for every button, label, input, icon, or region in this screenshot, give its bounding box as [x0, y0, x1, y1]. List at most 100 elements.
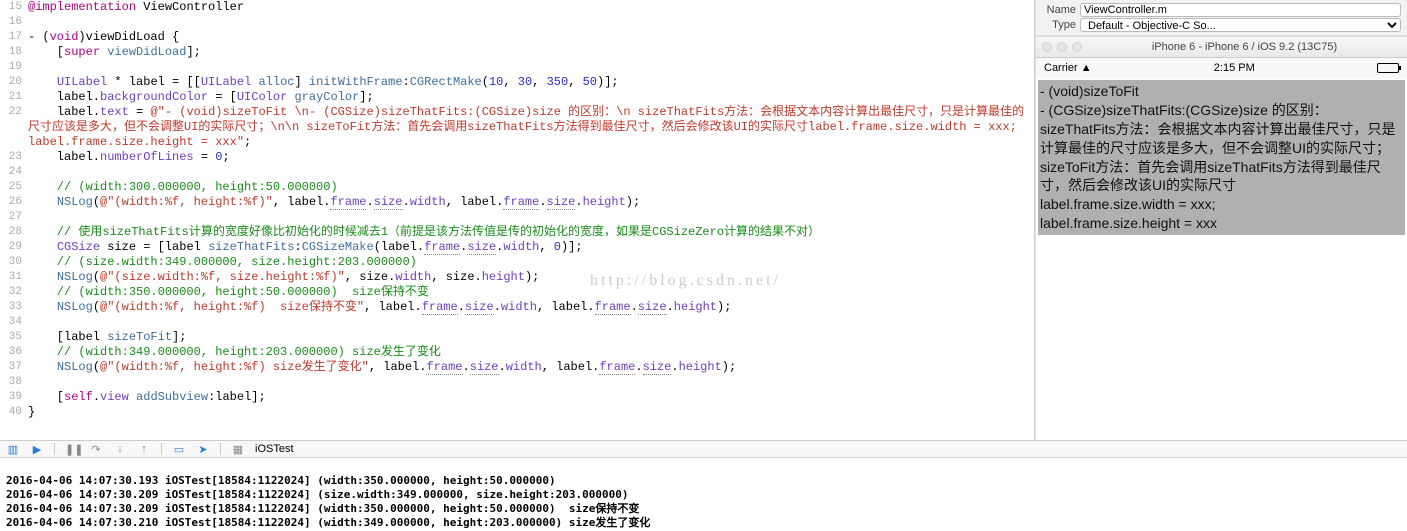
t: ]: [295, 75, 309, 89]
t: size: [470, 360, 499, 375]
t: CGSizeMake: [302, 240, 374, 254]
t: label.frame.size.width = xxx;: [1040, 195, 1403, 214]
t: sizeToFit方法：首先会调用sizeThatFits方法得到最佳尺寸，然后…: [1040, 158, 1403, 196]
t: .: [494, 300, 501, 314]
t: frame: [426, 360, 462, 375]
debug-target[interactable]: iOSTest: [255, 443, 294, 455]
t: frame: [424, 240, 460, 255]
t: ;: [244, 135, 251, 149]
t: 30: [518, 75, 532, 89]
fullscreen-icon[interactable]: [1072, 42, 1082, 52]
t: , label.: [542, 360, 600, 374]
t: :: [403, 75, 410, 89]
t: .: [458, 300, 465, 314]
t: label.: [28, 150, 100, 164]
t: :: [294, 240, 301, 254]
t: , label.: [369, 360, 427, 374]
code-editor[interactable]: 15@implementation ViewController 16 17- …: [0, 0, 1035, 440]
t: super: [64, 45, 100, 59]
t: frame: [599, 360, 635, 375]
t: );: [717, 300, 731, 314]
t: .: [635, 360, 642, 374]
t: label.: [28, 105, 100, 119]
string-literal: @"- (void)sizeToFit \n- (CGSize)sizeThat…: [28, 105, 1024, 149]
t: , label.: [537, 300, 595, 314]
minimize-icon[interactable]: [1057, 42, 1067, 52]
t: height: [674, 300, 717, 314]
log-line: 2016-04-06 14:07:30.209 iOSTest[18584:11…: [6, 502, 639, 515]
t: .: [463, 360, 470, 374]
t: [28, 300, 57, 314]
name-field[interactable]: [1080, 3, 1401, 17]
battery-icon: [1377, 63, 1399, 73]
t: - (CGSize)sizeThatFits:(CGSize)size 的区别：: [1040, 101, 1403, 120]
t: NSLog: [57, 270, 93, 284]
step-over-icon[interactable]: ↷: [89, 443, 103, 456]
traffic-lights[interactable]: [1042, 42, 1082, 52]
breakpoint-toggle-icon[interactable]: ▶: [30, 443, 44, 456]
t: )];: [597, 75, 619, 89]
t: }: [28, 405, 35, 419]
t: grayColor: [294, 90, 359, 104]
t: 350: [547, 75, 569, 89]
t: =: [194, 150, 216, 164]
phone-statusbar: Carrier ▲ 2:15 PM: [1036, 58, 1407, 78]
t: size: [465, 300, 494, 315]
simulator-title: iPhone 6 - iPhone 6 / iOS 9.2 (13C75): [1088, 41, 1401, 53]
t: .: [667, 300, 674, 314]
t: backgroundColor: [100, 90, 208, 104]
step-out-icon[interactable]: ↑: [137, 443, 151, 455]
debug-toolbar: ▥ ▶ ❚❚ ↷ ↓ ↑ ▭ ➤ ▦ iOSTest: [0, 440, 1407, 458]
t: size: [638, 300, 667, 315]
step-in-icon[interactable]: ↓: [113, 443, 127, 455]
t: ];: [186, 45, 200, 59]
t: text: [100, 105, 129, 119]
t: void: [50, 30, 79, 44]
simulate-location-icon[interactable]: ➤: [196, 443, 210, 456]
t: = [: [208, 90, 237, 104]
t: sizeToFit: [107, 330, 172, 344]
t: * label = [[: [107, 75, 201, 89]
simulator-titlebar[interactable]: iPhone 6 - iPhone 6 / iOS 9.2 (13C75): [1036, 36, 1407, 58]
pause-icon[interactable]: ❚❚: [65, 443, 79, 456]
t: [129, 390, 136, 404]
type-select[interactable]: Default - Objective-C So...: [1080, 18, 1401, 32]
t: height: [482, 270, 525, 284]
t: .: [539, 195, 546, 209]
t: (: [93, 270, 100, 284]
hide-debug-icon[interactable]: ▥: [6, 443, 20, 456]
t: initWithFrame: [309, 75, 403, 89]
carrier-text: Carrier: [1044, 62, 1078, 74]
keyword: @implementation: [28, 0, 136, 14]
t: [28, 360, 57, 374]
t: (: [93, 300, 100, 314]
t: CGSize: [57, 240, 100, 254]
t: .: [671, 360, 678, 374]
t: addSubview: [136, 390, 208, 404]
t: label.frame.size.height = xxx: [1040, 214, 1403, 233]
t: width: [503, 240, 539, 254]
log-line: 2016-04-06 14:07:30.210 iOSTest[18584:11…: [6, 516, 650, 529]
process-icon[interactable]: ▦: [231, 443, 245, 456]
t: alloc: [258, 75, 294, 89]
t: ,: [503, 75, 517, 89]
main-split: 15@implementation ViewController 16 17- …: [0, 0, 1407, 440]
t: numberOfLines: [100, 150, 194, 164]
t: @"(width:%f, height:%f) size发生了变化": [100, 360, 369, 374]
t: width: [506, 360, 542, 374]
t: );: [525, 270, 539, 284]
t: ,: [568, 75, 582, 89]
close-icon[interactable]: [1042, 42, 1052, 52]
phone-screen[interactable]: - (void)sizeToFit - (CGSize)sizeThatFits…: [1036, 78, 1407, 440]
t: )viewDidLoad {: [78, 30, 179, 44]
t: [: [28, 45, 64, 59]
file-inspector: Name Type Default - Objective-C So...: [1036, 0, 1407, 36]
t: ];: [172, 330, 186, 344]
console-output[interactable]: 2016-04-06 14:07:30.193 iOSTest[18584:11…: [0, 458, 1407, 531]
wifi-icon: ▲: [1081, 62, 1092, 74]
t: [28, 75, 57, 89]
t: frame: [503, 195, 539, 210]
t: NSLog: [57, 360, 93, 374]
t: .: [366, 195, 373, 209]
view-debug-icon[interactable]: ▭: [172, 443, 186, 456]
